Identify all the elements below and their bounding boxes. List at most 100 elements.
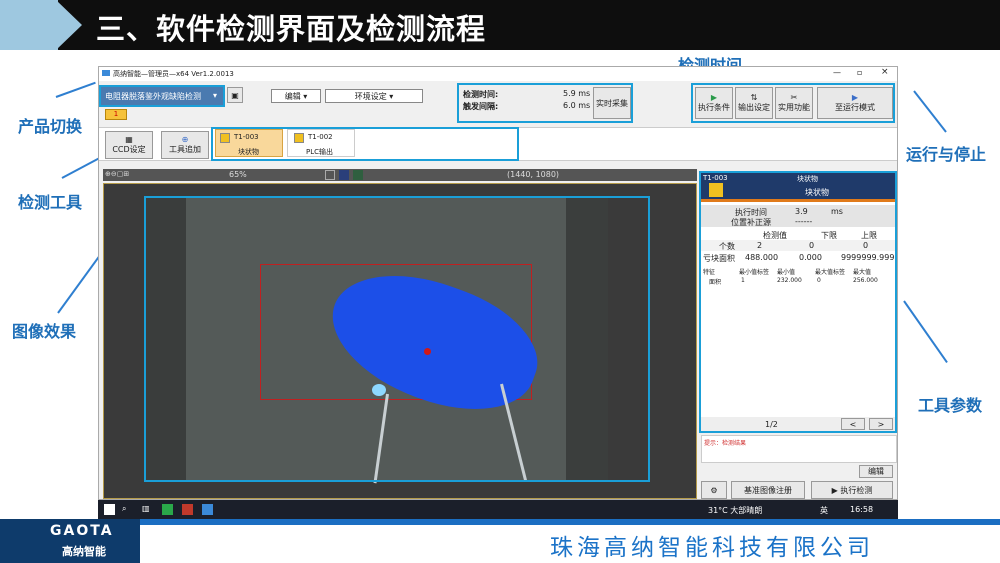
- header-underline: [701, 199, 895, 202]
- next-page-button[interactable]: >: [869, 418, 893, 430]
- chevron-down-icon: ▾: [213, 91, 218, 100]
- feat-cell: 1: [741, 277, 745, 284]
- close-icon[interactable]: ×: [881, 67, 889, 77]
- company-logo: GAOTA 高纳智能: [0, 519, 140, 563]
- camera-icon: ▦: [125, 135, 133, 144]
- execute-detect-button[interactable]: ▶ 执行检测: [811, 481, 893, 499]
- product-select[interactable]: 电阻器脱落鉴外观缺陷检测 ▾: [99, 85, 225, 107]
- weather-text: 31°C 大部晴朗: [708, 506, 763, 515]
- exec-time-value: 3.9: [795, 207, 808, 216]
- edit-menu-label: 编辑: [284, 91, 301, 101]
- row-lower: 0.000: [799, 253, 822, 262]
- edit-button[interactable]: 编辑: [859, 465, 893, 478]
- restore-icon[interactable]: ▫: [857, 68, 862, 77]
- row-upper: 9999999.999: [841, 253, 895, 262]
- row-value: 488.000: [745, 253, 779, 262]
- feat-header: 特征: [703, 269, 716, 276]
- taskview-icon[interactable]: ▥: [142, 504, 150, 513]
- layer-icon[interactable]: [353, 170, 363, 180]
- env-menu-label: 环境设定: [354, 91, 387, 101]
- tool-id: T1-002: [308, 133, 333, 141]
- ref-image-button[interactable]: 基准图像注册: [731, 481, 805, 499]
- tab-badge[interactable]: 1: [105, 109, 127, 120]
- feat-header: 最小值标签: [739, 269, 770, 276]
- prev-page-button[interactable]: <: [841, 418, 865, 430]
- exec-time-unit: ms: [831, 207, 843, 216]
- header-chevron-icon: [56, 0, 82, 50]
- window-title: 高纳智能—管理员—x64 Ver1.2.0013: [113, 70, 234, 78]
- exec-condition-button[interactable]: ▶ 执行条件: [695, 87, 733, 119]
- run-mode-button[interactable]: ▶ 至运行模式: [817, 87, 893, 119]
- param-tool-name: 块状物: [805, 188, 829, 197]
- row-label: 个数: [719, 242, 735, 251]
- feat-header: 最小值: [777, 269, 796, 276]
- plus-icon: ⊕: [181, 135, 189, 144]
- utility-button[interactable]: ✂ 实用功能: [775, 87, 813, 119]
- row-lower: 0: [809, 241, 815, 250]
- row-upper: 0: [863, 241, 869, 250]
- product-select-value: 电阻器脱落鉴外观缺陷检测: [105, 92, 201, 101]
- edit-menu[interactable]: 编辑 ▾: [271, 89, 321, 103]
- app-taskbar-icon[interactable]: [202, 504, 213, 515]
- note-text: 提示：检测结果: [704, 440, 747, 447]
- timing-panel: 检测时间: 5.9 ms 触发间隔: 6.0 ms 实时采集: [457, 83, 633, 123]
- detect-time-value: 5.9 ms: [563, 89, 591, 98]
- ccd-setting-label: CCD设定: [112, 145, 146, 154]
- feat-cell: 面积: [709, 279, 722, 286]
- feat-cell: 256.000: [853, 277, 878, 284]
- run-button-group: ▶ 执行条件 ⇅ 输出设定 ✂ 实用功能 ▶ 至运行模式: [691, 83, 895, 123]
- callout-tool-params: 工具参数: [918, 396, 983, 415]
- ref-image-label: 基准图像注册: [744, 485, 792, 495]
- windows-start-icon[interactable]: [104, 504, 115, 515]
- tool-icon: [709, 183, 723, 197]
- wechat-icon[interactable]: [162, 504, 173, 515]
- ime-indicator[interactable]: 英: [820, 505, 828, 516]
- arrows-icon: ⇅: [750, 93, 758, 102]
- os-taskbar: ⌕ ▥ 31°C 大部晴朗 英 16:58: [98, 500, 898, 520]
- callout-line: [913, 90, 947, 133]
- company-name: 珠海高纳智能科技有限公司: [550, 535, 874, 561]
- env-menu[interactable]: 环境设定 ▾: [325, 89, 423, 103]
- color-icon[interactable]: [339, 170, 349, 180]
- tool-item[interactable]: T1-002 PLC输出: [287, 129, 355, 157]
- trigger-interval-value: 6.0 ms: [563, 101, 591, 110]
- table-row[interactable]: 个数 2 0 0: [701, 240, 895, 251]
- table-row[interactable]: 亏块面积 488.000 0.000 9999999.999: [701, 252, 895, 263]
- minimize-icon[interactable]: —: [833, 68, 841, 77]
- tool-icon: [220, 133, 230, 143]
- row-value: 2: [757, 241, 763, 250]
- callout-detect-tools: 检测工具: [18, 193, 83, 212]
- search-icon[interactable]: ⌕: [122, 504, 126, 514]
- grid-icon[interactable]: [325, 170, 335, 180]
- logo-subtitle: 高纳智能: [62, 545, 106, 558]
- exec-condition-label: 执行条件: [698, 103, 730, 112]
- param-tool-id: T1-003: [703, 174, 728, 182]
- flag-icon: ▶: [710, 93, 718, 102]
- zoom-level: 65%: [229, 170, 247, 179]
- image-coords: (1440, 1080): [507, 170, 560, 179]
- param-panel: T1-003 块状物 块状物 执行时间 3.9 ms 位置补正源 ------ …: [699, 171, 897, 433]
- pagination: 1/2 < >: [701, 417, 895, 431]
- play-icon: ▶: [831, 485, 838, 495]
- image-viewer[interactable]: [103, 183, 697, 499]
- settings-icon[interactable]: ⚙: [701, 481, 727, 499]
- add-tool-label: 工具追加: [169, 145, 201, 154]
- save-icon[interactable]: ▣: [227, 87, 243, 103]
- tool-id: T1-003: [234, 133, 259, 141]
- page-indicator: 1/2: [765, 420, 778, 429]
- output-setting-button[interactable]: ⇅ 输出设定: [735, 87, 773, 119]
- ccd-setting-button[interactable]: ▦ CCD设定: [105, 131, 153, 159]
- realtime-capture-button[interactable]: 实时采集: [593, 87, 631, 119]
- exec-info: 执行时间 3.9 ms 位置补正源 ------: [701, 205, 895, 227]
- trigger-interval-label: 触发间隔:: [463, 102, 499, 111]
- app-icon: [102, 70, 110, 76]
- add-tool-button[interactable]: ⊕ 工具追加: [161, 131, 209, 159]
- zoom-icons[interactable]: ⊕⊖▢⊞: [105, 170, 129, 178]
- param-header: T1-003 块状物 块状物: [701, 173, 895, 199]
- row-label: 亏块面积: [703, 254, 735, 263]
- footer-bar: [140, 519, 1000, 525]
- clock: 16:58: [850, 505, 874, 514]
- tool-item[interactable]: T1-003 块状物: [215, 129, 283, 157]
- wps-icon[interactable]: [182, 504, 193, 515]
- callout-image-effect: 图像效果: [12, 322, 77, 341]
